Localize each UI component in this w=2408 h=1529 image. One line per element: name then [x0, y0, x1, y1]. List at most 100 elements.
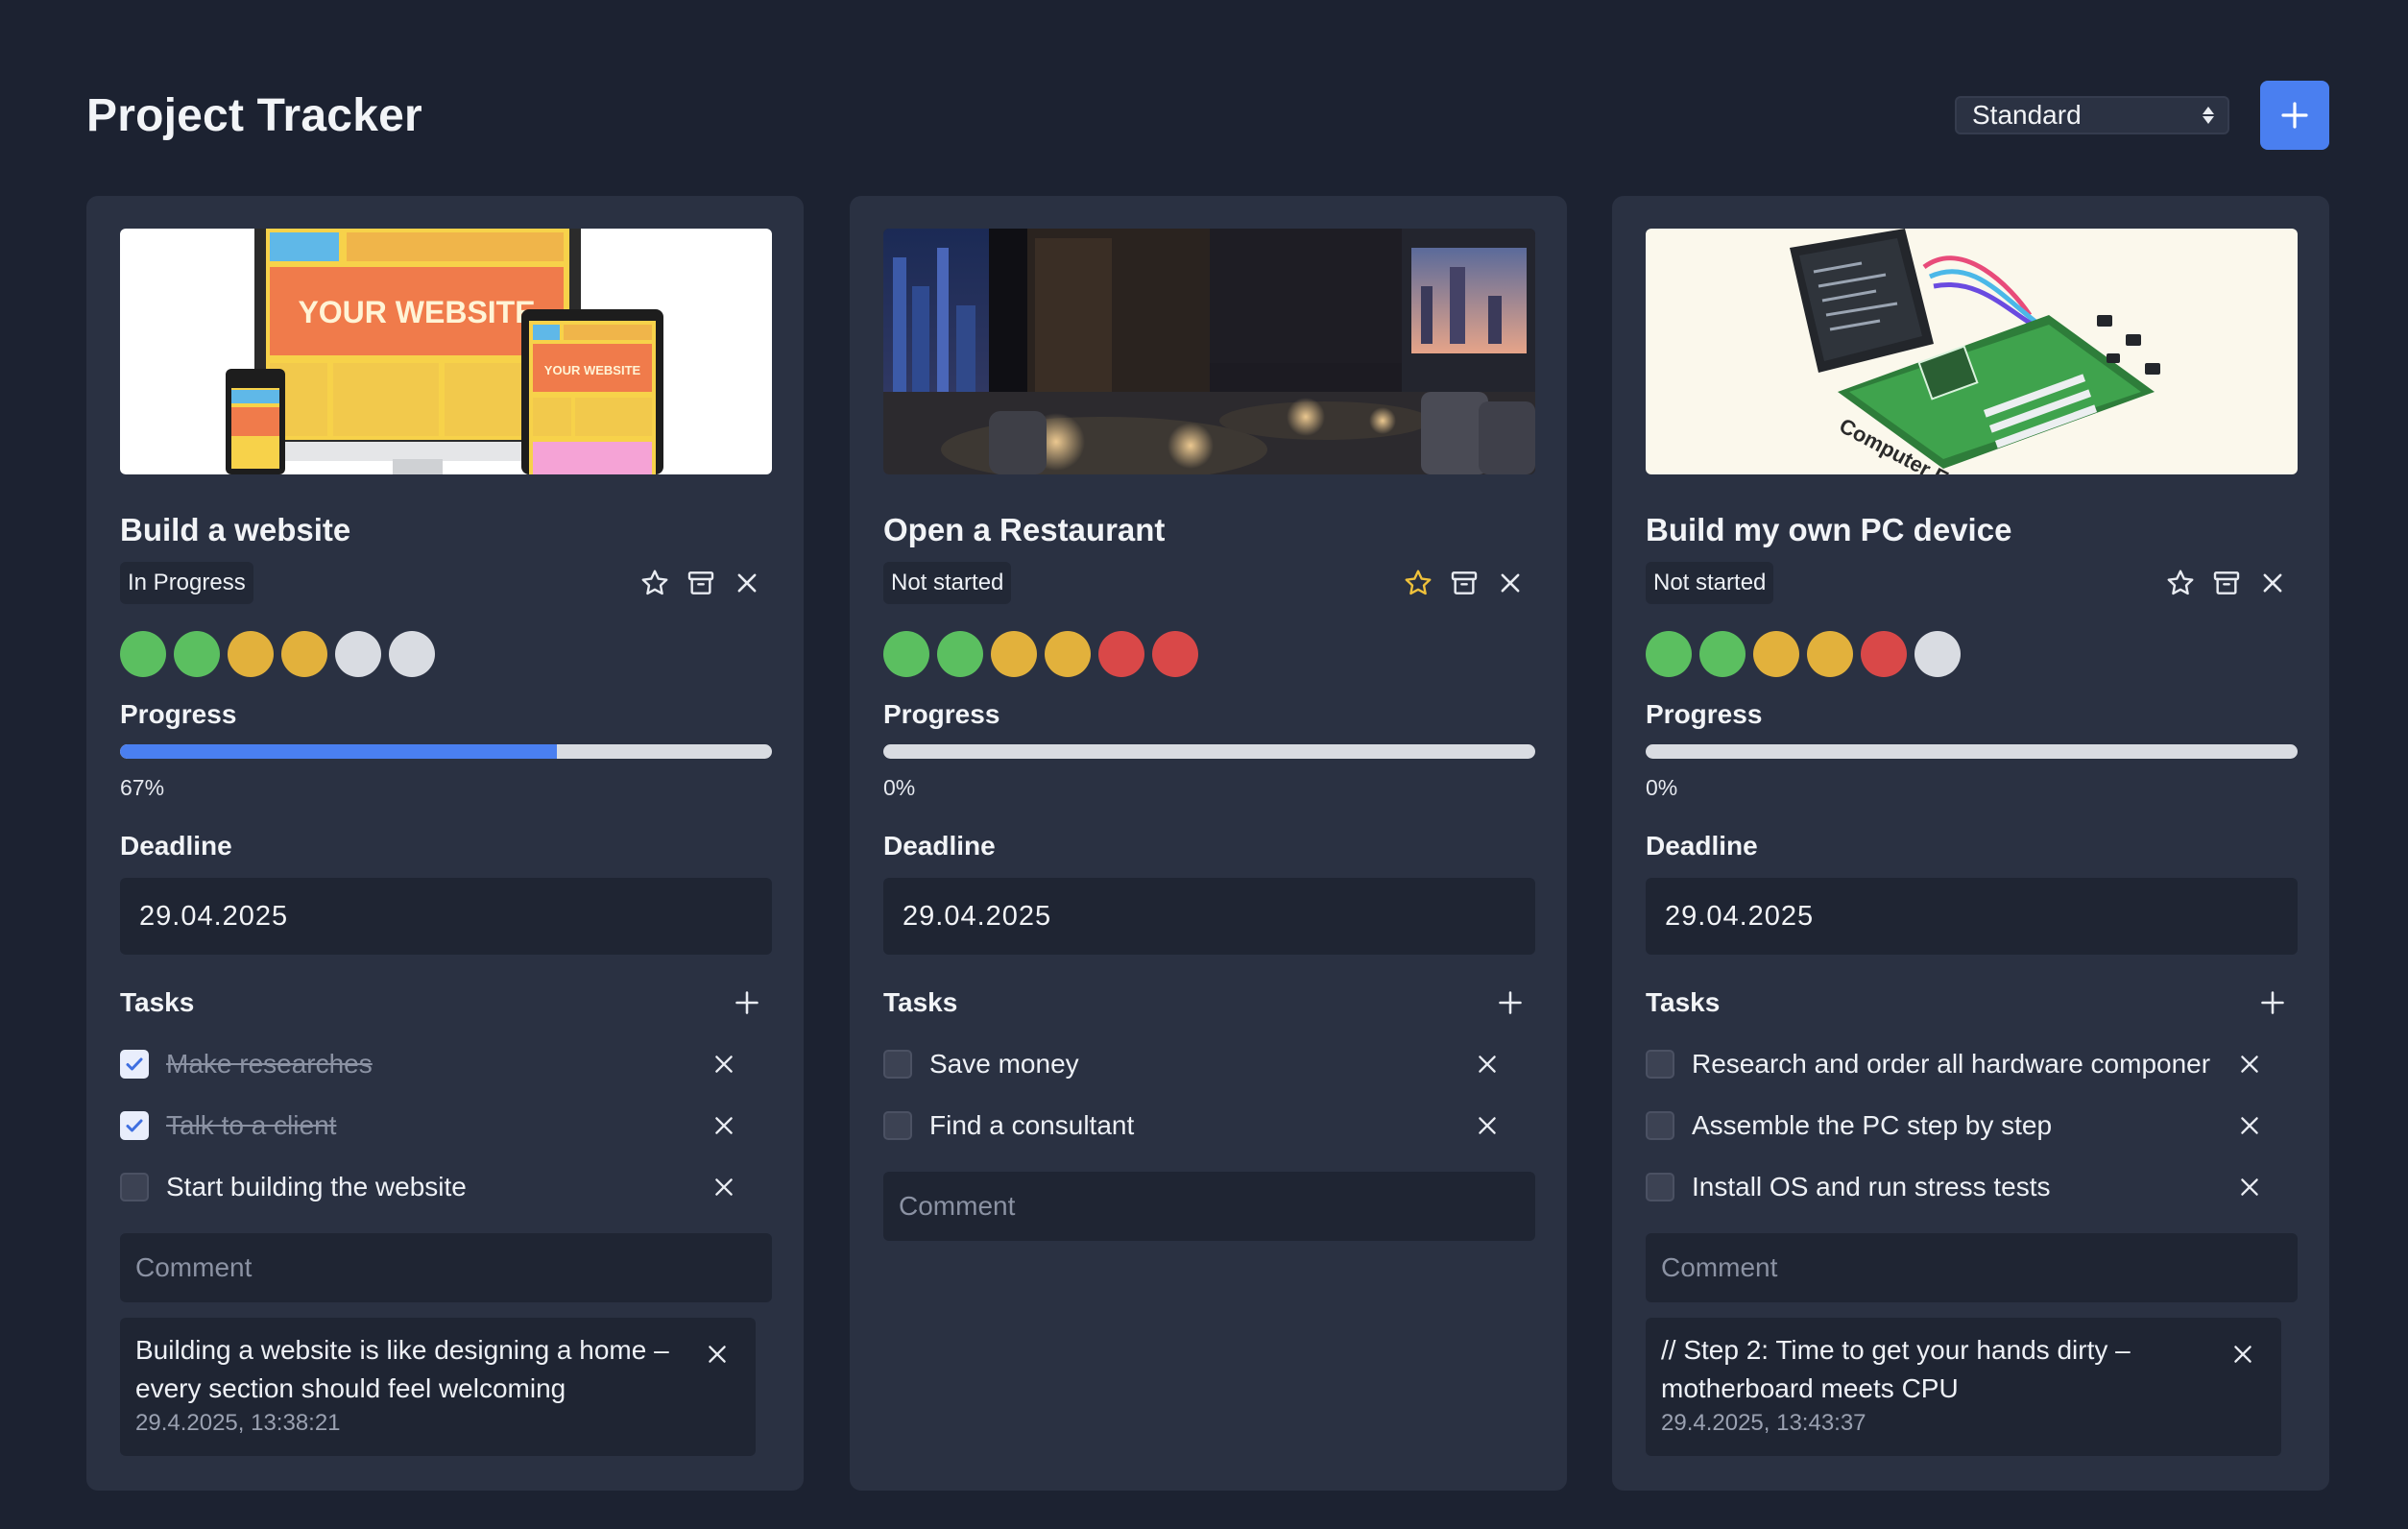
status-row: Not started — [1646, 562, 2298, 604]
rating-dot[interactable] — [174, 631, 220, 677]
status-badge[interactable]: Not started — [883, 562, 1012, 604]
progress-fill — [120, 744, 557, 759]
card-actions — [1403, 568, 1526, 598]
computer-engineering-image: Computer Engineering — [1646, 229, 2298, 474]
task-checkbox[interactable] — [120, 1173, 149, 1201]
task-checkbox[interactable] — [1646, 1050, 1674, 1079]
task-text: Find a consultant — [929, 1110, 1135, 1140]
status-badge[interactable]: Not started — [1646, 562, 1774, 604]
status-row: In Progress — [120, 562, 772, 604]
progress-bar — [1646, 744, 2298, 759]
rating-dot[interactable] — [1646, 631, 1692, 677]
rating-dot[interactable] — [883, 631, 929, 677]
task-list: Save money Find a consultant — [883, 1033, 1535, 1156]
task-text: Research and order all hardware componer — [1692, 1049, 2211, 1079]
restaurant-interior-image — [883, 229, 1535, 474]
close-icon[interactable] — [1472, 1110, 1503, 1141]
project-card: Computer Engineering Build my own PC dev… — [1612, 196, 2329, 1491]
close-icon[interactable] — [732, 568, 762, 598]
tasks-label: Tasks — [120, 987, 195, 1017]
task-checkbox[interactable] — [1646, 1111, 1674, 1140]
add-task-icon[interactable] — [1495, 987, 1526, 1018]
task-item: Save money — [883, 1033, 1535, 1095]
archive-icon[interactable] — [686, 568, 716, 598]
comment-timestamp: 29.4.2025, 13:38:21 — [135, 1410, 341, 1436]
plus-icon — [2281, 102, 2308, 129]
close-icon[interactable] — [709, 1049, 739, 1080]
task-item: Talk to a client — [120, 1095, 772, 1156]
close-icon[interactable] — [709, 1110, 739, 1141]
archive-icon[interactable] — [2211, 568, 2242, 598]
star-icon[interactable] — [639, 568, 670, 598]
close-icon[interactable] — [2234, 1110, 2265, 1141]
comment-input[interactable]: Comment — [120, 1233, 772, 1302]
progress-bar — [120, 744, 772, 759]
project-card: Open a Restaurant Not started Progress 0 — [850, 196, 1567, 1491]
check-icon — [126, 1119, 143, 1132]
deadline-field[interactable]: 29.04.2025 — [883, 878, 1535, 955]
rating-dot[interactable] — [1807, 631, 1853, 677]
progress-percent: 0% — [883, 775, 916, 800]
task-text: Start building the website — [166, 1172, 467, 1201]
header-actions: Standard — [1955, 81, 2329, 150]
add-task-icon[interactable] — [2257, 987, 2288, 1018]
comment-item: Building a website is like designing a h… — [120, 1318, 756, 1456]
project-title: Build a website — [120, 512, 351, 547]
rating-dot[interactable] — [1098, 631, 1144, 677]
status-badge[interactable]: In Progress — [120, 562, 253, 604]
deadline-label: Deadline — [1646, 831, 1758, 861]
rating-dot[interactable] — [120, 631, 166, 677]
task-item: Make researches — [120, 1033, 772, 1095]
close-icon[interactable] — [1495, 568, 1526, 598]
project-title: Open a Restaurant — [883, 512, 1166, 547]
close-icon[interactable] — [2227, 1339, 2258, 1370]
rating-dot[interactable] — [1045, 631, 1091, 677]
rating-dot[interactable] — [991, 631, 1037, 677]
tasks-header: Tasks — [120, 983, 772, 1022]
task-text: Make researches — [166, 1049, 373, 1079]
close-icon[interactable] — [702, 1339, 733, 1370]
rating-dot[interactable] — [389, 631, 435, 677]
close-icon[interactable] — [2234, 1049, 2265, 1080]
comment-input[interactable]: Comment — [883, 1172, 1535, 1241]
rating-dot[interactable] — [1753, 631, 1799, 677]
task-checkbox[interactable] — [883, 1050, 912, 1079]
deadline-field[interactable]: 29.04.2025 — [1646, 878, 2298, 955]
tasks-label: Tasks — [1646, 987, 1721, 1017]
rating-dot[interactable] — [1861, 631, 1907, 677]
rating-dot[interactable] — [335, 631, 381, 677]
task-checkbox[interactable] — [1646, 1173, 1674, 1201]
close-icon[interactable] — [709, 1172, 739, 1202]
task-item: Start building the website — [120, 1156, 772, 1218]
task-checkbox[interactable] — [120, 1111, 149, 1140]
rating-dot[interactable] — [1914, 631, 1961, 677]
rating-dot[interactable] — [281, 631, 327, 677]
project-title: Build my own PC device — [1646, 512, 2012, 547]
progress-label: Progress — [883, 699, 1000, 729]
task-text: Save money — [929, 1049, 1079, 1079]
rating-dot[interactable] — [1152, 631, 1198, 677]
view-select[interactable]: Standard — [1955, 96, 2229, 134]
star-icon[interactable] — [1403, 568, 1433, 598]
card-actions — [2165, 568, 2288, 598]
view-select-value: Standard — [1972, 100, 2082, 130]
add-task-icon[interactable] — [732, 987, 762, 1018]
project-card: YOUR WEBSITE YOUR WEBSITE Build a websit… — [86, 196, 804, 1491]
tasks-label: Tasks — [883, 987, 958, 1017]
rating-dot[interactable] — [1699, 631, 1746, 677]
archive-icon[interactable] — [1449, 568, 1480, 598]
close-icon[interactable] — [2257, 568, 2288, 598]
deadline-field[interactable]: 29.04.2025 — [120, 878, 772, 955]
close-icon[interactable] — [1472, 1049, 1503, 1080]
close-icon[interactable] — [2234, 1172, 2265, 1202]
rating-dot[interactable] — [937, 631, 983, 677]
add-project-button[interactable] — [2260, 81, 2329, 150]
rating-dot[interactable] — [228, 631, 274, 677]
check-icon — [126, 1057, 143, 1071]
star-icon[interactable] — [2165, 568, 2196, 598]
task-checkbox[interactable] — [883, 1111, 912, 1140]
status-row: Not started — [883, 562, 1535, 604]
task-item: Install OS and run stress tests — [1646, 1156, 2298, 1218]
comment-input[interactable]: Comment — [1646, 1233, 2298, 1302]
task-checkbox[interactable] — [120, 1050, 149, 1079]
